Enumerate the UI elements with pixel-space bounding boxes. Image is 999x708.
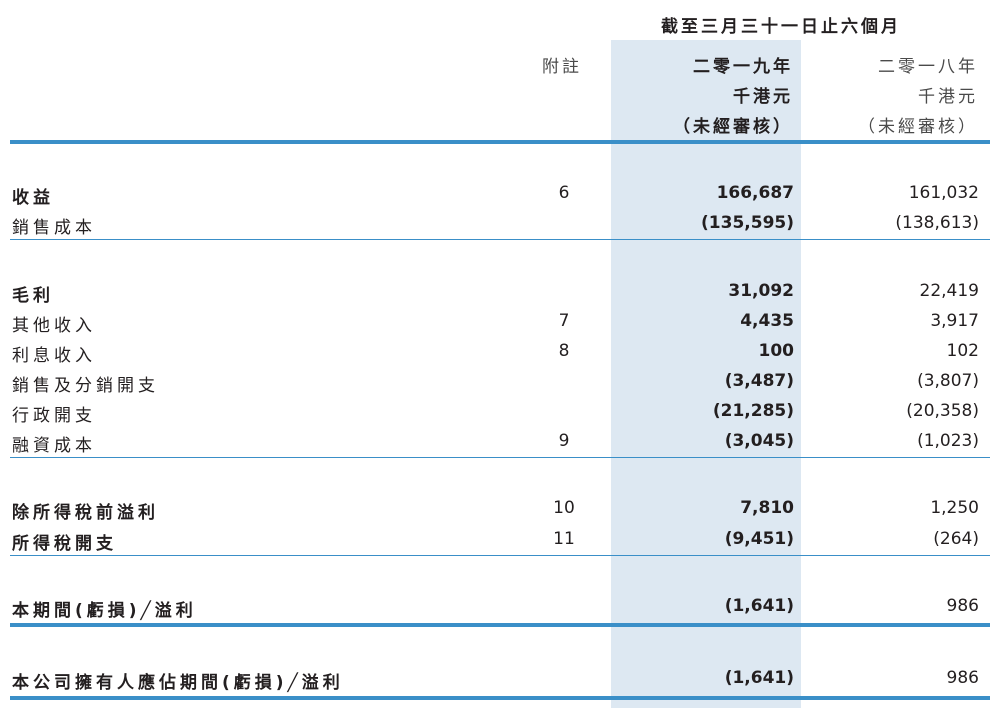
row-current: (21,285) xyxy=(712,401,794,421)
table-row: 利息收入 8 100 102 xyxy=(0,341,999,371)
row-current: (3,045) xyxy=(724,431,794,451)
row-label: 融資成本 xyxy=(12,436,96,456)
header-rule xyxy=(10,140,990,144)
table-row: 銷售及分銷開支 (3,487) (3,807) xyxy=(0,371,999,401)
row-label: 本公司擁有人應佔期間(虧損)╱溢利 xyxy=(12,673,344,693)
row-label: 除所得稅前溢利 xyxy=(12,503,159,523)
row-note: 10 xyxy=(553,498,575,518)
row-prior: 1,250 xyxy=(930,498,979,518)
row-note: 8 xyxy=(558,341,570,361)
row-prior: (138,613) xyxy=(895,213,979,233)
row-current: (1,641) xyxy=(724,668,794,688)
row-current: (9,451) xyxy=(724,529,794,549)
row-current: 166,687 xyxy=(716,183,794,203)
row-label: 利息收入 xyxy=(12,346,96,366)
row-current: (135,595) xyxy=(701,213,794,233)
note-column-heading: 附註 xyxy=(542,57,582,77)
row-prior: 102 xyxy=(946,341,979,361)
row-label: 銷售及分銷開支 xyxy=(12,376,159,396)
subtotal-rule xyxy=(10,555,990,556)
row-current: (1,641) xyxy=(724,596,794,616)
current-year-heading: 二零一九年 xyxy=(693,57,793,77)
row-label: 收益 xyxy=(12,188,54,208)
prior-year-heading: 二零一八年 xyxy=(878,57,978,77)
row-prior: (264) xyxy=(933,529,979,549)
prior-unaudited-heading: （未經審核） xyxy=(858,117,978,137)
row-prior: (3,807) xyxy=(917,371,979,391)
row-current: (3,487) xyxy=(724,371,794,391)
table-row: 其他收入 7 4,435 3,917 xyxy=(0,311,999,341)
row-note: 7 xyxy=(558,311,570,331)
current-unaudited-heading: （未經審核） xyxy=(673,117,793,137)
row-prior: (1,023) xyxy=(917,431,979,451)
current-currency-heading: 千港元 xyxy=(733,87,793,107)
row-label: 毛利 xyxy=(12,286,54,306)
table-row: 除所得稅前溢利 10 7,810 1,250 xyxy=(0,498,999,528)
row-prior: 22,419 xyxy=(919,281,979,301)
row-current: 100 xyxy=(758,341,795,361)
period-heading: 截至三月三十一日止六個月 xyxy=(661,17,901,37)
table-row: 本公司擁有人應佔期間(虧損)╱溢利 (1,641) 986 xyxy=(0,668,999,698)
row-prior: (20,358) xyxy=(906,401,979,421)
table-row: 毛利 31,092 22,419 xyxy=(0,281,999,311)
total-rule xyxy=(10,623,990,627)
row-label: 所得稅開支 xyxy=(12,534,117,554)
row-note: 11 xyxy=(553,529,575,549)
row-label: 行政開支 xyxy=(12,406,96,426)
subtotal-rule xyxy=(10,239,990,240)
subtotal-rule xyxy=(10,457,990,458)
prior-currency-heading: 千港元 xyxy=(918,87,978,107)
row-current: 4,435 xyxy=(740,311,794,331)
row-prior: 3,917 xyxy=(930,311,979,331)
table-row: 行政開支 (21,285) (20,358) xyxy=(0,401,999,431)
row-label: 銷售成本 xyxy=(12,218,96,238)
final-total-rule xyxy=(10,696,990,700)
row-label: 本期間(虧損)╱溢利 xyxy=(12,601,197,621)
row-prior: 986 xyxy=(946,668,979,688)
row-current: 31,092 xyxy=(728,281,794,301)
row-prior: 986 xyxy=(946,596,979,616)
row-note: 6 xyxy=(558,183,570,203)
table-row: 收益 6 166,687 161,032 xyxy=(0,183,999,213)
row-prior: 161,032 xyxy=(908,183,979,203)
row-label: 其他收入 xyxy=(12,316,96,336)
row-current: 7,810 xyxy=(740,498,794,518)
table-row: 本期間(虧損)╱溢利 (1,641) 986 xyxy=(0,596,999,626)
row-note: 9 xyxy=(558,431,570,451)
